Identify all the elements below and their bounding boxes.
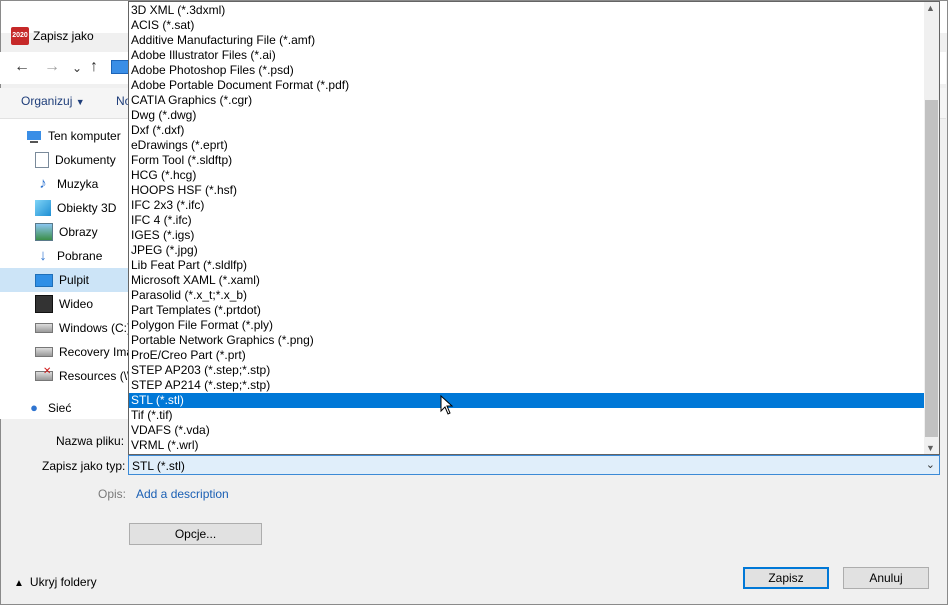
- tree-item-3[interactable]: Obiekty 3D: [0, 196, 128, 220]
- file-type-option[interactable]: IFC 4 (*.ifc): [129, 213, 925, 228]
- save-type-value: STL (*.stl): [132, 459, 185, 473]
- file-type-option[interactable]: VDAFS (*.vda): [129, 423, 925, 438]
- documents-icon: [35, 152, 49, 168]
- tree-item-label: Pulpit: [59, 273, 90, 287]
- scroll-down-icon[interactable]: ▼: [926, 443, 935, 453]
- file-type-option[interactable]: Dwg (*.dwg): [129, 108, 925, 123]
- chevron-down-icon: ▼: [75, 97, 85, 107]
- up-arrow-icon[interactable]: ↑: [90, 58, 98, 76]
- back-arrow-icon[interactable]: ←: [14, 58, 30, 76]
- objects-3d-icon: [35, 200, 51, 216]
- save-type-label: Zapisz jako typ:: [42, 459, 126, 473]
- navigation-tree: Ten komputer Dokumenty ♪ Muzyka Obiekty 3D Ob…: [0, 119, 128, 419]
- network-drive-icon: [35, 366, 53, 381]
- add-description-link[interactable]: Add a description: [136, 487, 229, 501]
- tree-item-label: Obrazy: [59, 225, 98, 239]
- file-type-option[interactable]: STEP AP214 (*.step;*.stp): [129, 378, 925, 393]
- tree-item-6[interactable]: Pulpit: [0, 268, 128, 292]
- hide-folders-label: Ukryj foldery: [29, 575, 97, 589]
- tree-item-8[interactable]: Windows (C:): [0, 316, 128, 340]
- forward-arrow-icon[interactable]: →: [44, 58, 60, 76]
- filename-label: Nazwa pliku:: [56, 434, 125, 448]
- address-desktop-icon[interactable]: [111, 60, 129, 74]
- tree-item-0[interactable]: Ten komputer: [0, 124, 128, 148]
- tree-item-4[interactable]: Obrazy: [0, 220, 128, 244]
- file-type-option[interactable]: Adobe Portable Document Format (*.pdf): [129, 78, 925, 93]
- file-type-option[interactable]: CATIA Graphics (*.cgr): [129, 93, 925, 108]
- drive-icon: [35, 323, 53, 333]
- file-type-option[interactable]: Part Templates (*.prtdot): [129, 303, 925, 318]
- downloads-icon: ↓: [39, 247, 47, 264]
- tree-item-1[interactable]: Dokumenty: [0, 148, 128, 172]
- tree-item-10[interactable]: Resources (\\: [0, 364, 128, 388]
- file-type-option[interactable]: VRML (*.wrl): [129, 438, 925, 453]
- chevron-up-icon: ▲: [14, 578, 24, 589]
- video-icon: [35, 295, 53, 313]
- file-type-option[interactable]: Parasolid (*.x_t;*.x_b): [129, 288, 925, 303]
- computer-icon: [26, 128, 42, 144]
- tree-item-label: Muzyka: [57, 177, 99, 191]
- file-type-option[interactable]: JPEG (*.jpg): [129, 243, 925, 258]
- tree-item-9[interactable]: Recovery Ima: [0, 340, 128, 364]
- tree-item-label: Obiekty 3D: [57, 201, 117, 215]
- cancel-button[interactable]: Anuluj: [843, 567, 929, 589]
- file-type-option[interactable]: Tif (*.tif): [129, 408, 925, 423]
- save-type-select[interactable]: STL (*.stl) ⌄: [128, 455, 940, 475]
- drive-icon: [35, 347, 53, 357]
- file-type-option[interactable]: IGES (*.igs): [129, 228, 925, 243]
- music-icon: ♪: [39, 175, 47, 192]
- hide-folders-button[interactable]: ▲ Ukryj foldery: [14, 575, 97, 589]
- tree-item-2[interactable]: ♪ Muzyka: [0, 172, 128, 196]
- file-type-option[interactable]: STEP AP203 (*.step;*.stp): [129, 363, 925, 378]
- pictures-icon: [35, 223, 53, 241]
- tree-item-label: Sieć: [48, 401, 72, 415]
- save-button[interactable]: Zapisz: [743, 567, 829, 589]
- description-label: Opis:: [98, 487, 127, 501]
- tree-item-label: Wideo: [59, 297, 94, 311]
- file-type-option[interactable]: eDrawings (*.eprt): [129, 138, 925, 153]
- app-badge: 2020: [12, 32, 28, 39]
- options-button[interactable]: Opcje...: [129, 523, 262, 545]
- dropdown-scrollbar[interactable]: ▲ ▼: [924, 2, 939, 454]
- file-type-option[interactable]: ProE/Creo Part (*.prt): [129, 348, 925, 363]
- file-type-option[interactable]: Dxf (*.dxf): [129, 123, 925, 138]
- file-type-option[interactable]: Additive Manufacturing File (*.amf): [129, 33, 925, 48]
- organize-menu[interactable]: Organizuj ▼: [21, 94, 85, 108]
- file-type-option[interactable]: Adobe Photoshop Files (*.psd): [129, 63, 925, 78]
- tree-item-5[interactable]: ↓ Pobrane: [0, 244, 128, 268]
- file-type-option[interactable]: ACIS (*.sat): [129, 18, 925, 33]
- tree-item-label: Windows (C:): [59, 321, 128, 335]
- file-type-option[interactable]: HCG (*.hcg): [129, 168, 925, 183]
- tree-item-7[interactable]: Wideo: [0, 292, 128, 316]
- file-type-option[interactable]: Lib Feat Part (*.sldlfp): [129, 258, 925, 273]
- file-type-option[interactable]: Polygon File Format (*.ply): [129, 318, 925, 333]
- window-title: Zapisz jako: [33, 29, 94, 43]
- file-type-option[interactable]: 3D XML (*.3dxml): [129, 3, 925, 18]
- tree-item-label: Pobrane: [57, 249, 103, 263]
- scroll-up-icon[interactable]: ▲: [926, 3, 935, 13]
- tree-item-label: Ten komputer: [48, 129, 121, 143]
- tree-item-label: Dokumenty: [55, 153, 116, 167]
- desktop-icon: [35, 273, 53, 287]
- tree-item-label: Recovery Ima: [59, 345, 128, 359]
- file-type-option[interactable]: STL (*.stl): [129, 393, 925, 408]
- file-type-option[interactable]: Portable Network Graphics (*.png): [129, 333, 925, 348]
- file-type-option[interactable]: IFC 2x3 (*.ifc): [129, 198, 925, 213]
- tree-item-label: Resources (\\: [59, 369, 128, 383]
- app-logo-icon: 2020: [11, 27, 29, 45]
- scrollbar-thumb[interactable]: [925, 100, 938, 437]
- history-chevron-icon[interactable]: ⌄: [72, 61, 82, 75]
- file-type-option[interactable]: Adobe Illustrator Files (*.ai): [129, 48, 925, 63]
- tree-item-11[interactable]: ● Sieć: [0, 396, 128, 420]
- chevron-down-icon: ⌄: [925, 459, 935, 471]
- organize-label: Organizuj: [21, 94, 73, 108]
- file-type-option[interactable]: HOOPS HSF (*.hsf): [129, 183, 925, 198]
- file-type-option[interactable]: Form Tool (*.sldftp): [129, 153, 925, 168]
- file-type-option[interactable]: Microsoft XAML (*.xaml): [129, 273, 925, 288]
- network-icon: ●: [30, 400, 38, 415]
- file-type-dropdown-list[interactable]: 3D XML (*.3dxml) ACIS (*.sat) Additive Man…: [128, 1, 940, 455]
